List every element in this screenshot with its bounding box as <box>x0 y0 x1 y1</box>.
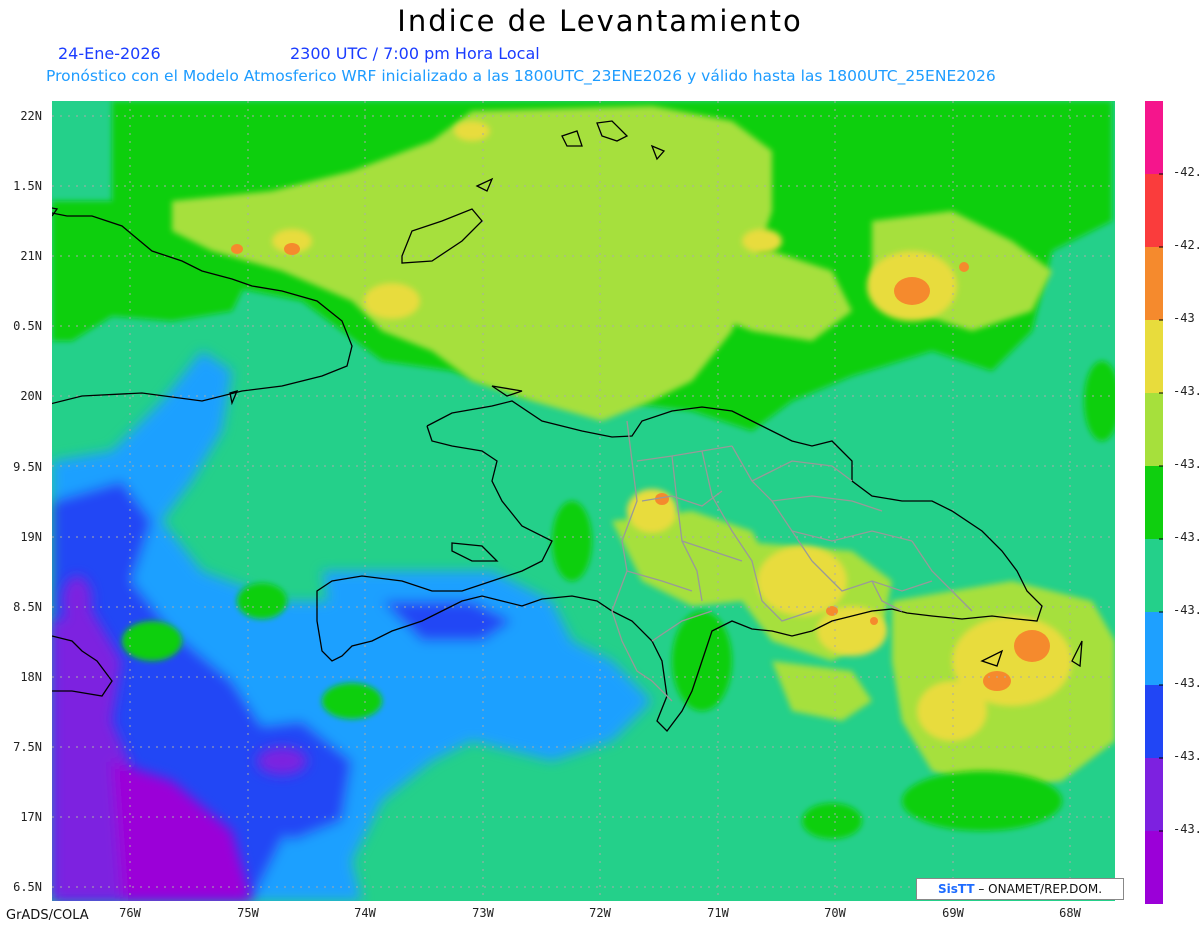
credit-text: – ONAMET/REP.DOM. <box>978 882 1103 896</box>
colorbar-label: -42.8 <box>1173 165 1200 179</box>
lon-label: 71W <box>707 906 729 920</box>
lat-label: 0.5N <box>13 319 42 333</box>
lon-label: 73W <box>472 906 494 920</box>
colorbar-label: -43.3 <box>1173 749 1200 763</box>
colorbar-label: -43.3 <box>1173 676 1200 690</box>
lat-label: 19N <box>20 530 42 544</box>
colorbar-label: -43.1 <box>1173 457 1200 471</box>
colorbar-label: -43.0 <box>1173 384 1200 398</box>
colorbar-segment <box>1145 685 1163 759</box>
forecast-date: 24-Ene-2026 <box>58 44 161 63</box>
lat-label: 17N <box>20 810 42 824</box>
lon-label: 68W <box>1059 906 1081 920</box>
colorbar-label: -43 <box>1173 311 1195 325</box>
colorbar-segment <box>1145 101 1163 175</box>
lon-label: 76W <box>119 906 141 920</box>
lat-label: 9.5N <box>13 460 42 474</box>
colorbar-segment <box>1145 393 1163 467</box>
colorbar-segment <box>1145 466 1163 540</box>
colorbar-segment <box>1145 539 1163 613</box>
lon-label: 72W <box>589 906 611 920</box>
lat-label: 1.5N <box>13 179 42 193</box>
lon-label: 69W <box>942 906 964 920</box>
colorbar-label: -43.1 <box>1173 530 1200 544</box>
model-description: Pronóstico con el Modelo Atmosferico WRF… <box>46 67 996 85</box>
credit-box: SisTT – ONAMET/REP.DOM. <box>916 878 1124 900</box>
lat-label: 22N <box>20 109 42 123</box>
lon-label: 74W <box>354 906 376 920</box>
grads-footer: GrADS/COLA <box>6 908 89 923</box>
lat-label: 8.5N <box>13 600 42 614</box>
lat-label: 7.5N <box>13 740 42 754</box>
colorbar-label: -43.2 <box>1173 603 1200 617</box>
colorbar-segment <box>1145 831 1163 904</box>
colorbar <box>1145 101 1163 904</box>
lat-label: 20N <box>20 389 42 403</box>
lon-label: 75W <box>237 906 259 920</box>
forecast-time: 2300 UTC / 7:00 pm Hora Local <box>290 44 540 63</box>
lon-label: 70W <box>824 906 846 920</box>
lat-label: 21N <box>20 249 42 263</box>
lat-label: 6.5N <box>13 880 42 894</box>
lat-label: 18N <box>20 670 42 684</box>
map-title: Indice de Levantamiento <box>397 4 803 38</box>
colorbar-label: -42.9 <box>1173 238 1200 252</box>
colorbar-label: -43.4 <box>1173 822 1200 836</box>
colorbar-segment <box>1145 247 1163 321</box>
lifted-index-map <box>52 101 1115 901</box>
sistt-logo: SisTT <box>937 882 975 896</box>
colorbar-segment <box>1145 612 1163 686</box>
colorbar-segment <box>1145 320 1163 394</box>
colorbar-segment <box>1145 174 1163 248</box>
colorbar-segment <box>1145 758 1163 832</box>
